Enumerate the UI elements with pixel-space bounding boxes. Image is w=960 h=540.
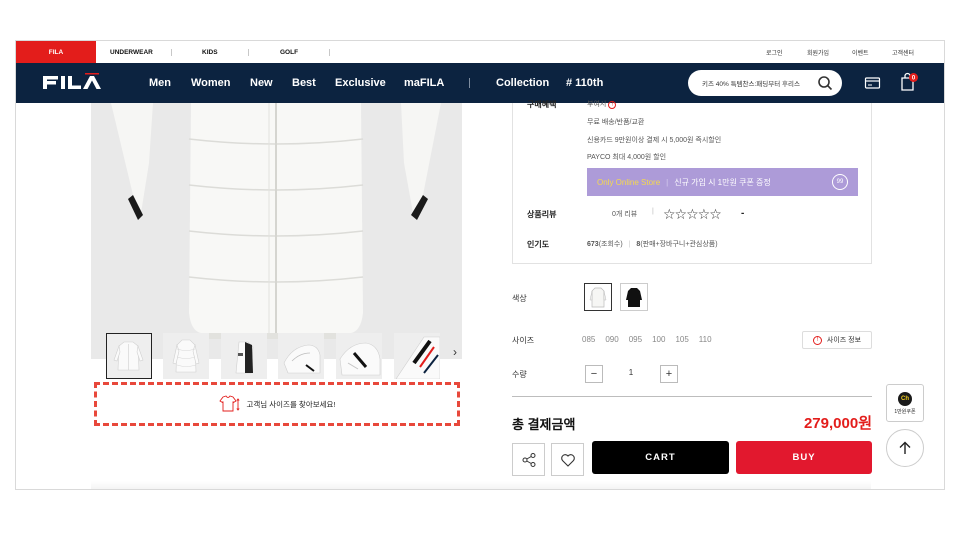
thumbnail-strip: › [106,333,476,380]
thumbnail-4[interactable] [278,333,324,379]
tab-kids[interactable]: KIDS [202,41,218,63]
tshirt-size-icon [219,395,241,412]
share-button[interactable] [512,443,545,476]
review-separator: | [652,208,654,215]
benefit-line: 무료 배송/반품/교환 [587,119,645,126]
nav-new[interactable]: New [250,63,273,103]
benefit-label: 구매혜택 [527,100,557,109]
thumbnail-5[interactable] [336,333,382,379]
login-link[interactable]: 로그인 [766,41,783,63]
size-option[interactable]: 105 [675,335,688,344]
thumbnail-2[interactable] [163,333,209,379]
arrow-up-icon [899,441,911,454]
thumbnail-1[interactable] [106,333,152,379]
review-label: 상품리뷰 [527,210,557,219]
promo-online-store: Only Online Store [597,177,661,187]
popularity-stats: 673(조회수) | 8(판매+장바구니+관심상품) [587,241,718,248]
shopping-bag-icon[interactable]: 0 [899,72,919,92]
nav-divider [469,78,470,88]
tab-underwear[interactable]: UNDERWEAR [110,41,153,63]
padded-coat-image [91,103,462,359]
size-options: 085 090 095 100 105 110 [582,335,712,344]
wishlist-button[interactable] [551,443,584,476]
nav-women[interactable]: Women [191,63,231,103]
card-icon[interactable] [864,75,881,91]
nav-exclusive[interactable]: Exclusive [335,63,386,103]
nav-men[interactable]: Men [149,63,171,103]
promo-banner[interactable]: Only Online Store | 신규 가입 시 1만원 쿠폰 증정 99 [587,168,858,196]
scroll-to-top-button[interactable] [886,429,924,467]
tab-golf[interactable]: GOLF [280,41,298,63]
benefit-line: PAYCO 최대 4,000원 할인 [587,154,667,161]
fila-logo[interactable] [42,72,102,92]
share-icon [522,452,535,467]
coupon-widget[interactable]: Ch 1만원쿠폰 [886,384,924,422]
total-label: 총 결제금액 [512,417,576,432]
search-box[interactable] [688,70,842,96]
promo-separator: | [666,177,669,187]
rating-stars: ☆☆☆☆☆ [663,206,722,222]
tab-fila[interactable]: FILA [16,41,96,63]
chevron-right-icon[interactable]: › [453,345,457,359]
nav-110th[interactable]: # 110th [566,63,603,103]
size-option[interactable]: 090 [605,335,618,344]
search-icon[interactable] [817,75,833,91]
search-input[interactable] [702,79,814,87]
color-swatch-white[interactable] [584,283,612,311]
review-count[interactable]: 0개 리뷰 [612,209,637,219]
nav-best[interactable]: Best [292,63,316,103]
main-navigation: Men Women New Best Exclusive maFILA Coll… [16,63,944,103]
separator [171,49,172,56]
heart-icon [560,453,575,467]
coupon-text: 1만원쿠폰 [894,408,916,415]
benefit-line: 신용카드 9만원이상 결제 시 5,000원 즉시할인 [587,137,722,144]
add-to-cart-button[interactable]: CART [592,441,729,474]
page-bottom-shadow [91,481,871,489]
quantity-minus-button[interactable]: − [585,365,603,383]
size-info-label: 사이즈 정보 [826,337,862,344]
separator [248,49,249,56]
size-option[interactable]: 110 [699,335,712,344]
size-finder-label: 고객님 사이즈를 찾아보세요! [246,399,336,409]
separator [329,49,330,56]
thumbnail-6[interactable] [394,333,441,380]
promo-coupon-text: 신규 가입 시 1만원 쿠폰 증정 [674,177,771,187]
product-main-image[interactable] [91,103,462,359]
quantity-plus-button[interactable]: + [660,365,678,383]
promo-badge-icon: 99 [832,174,848,190]
size-option[interactable]: 100 [652,335,665,344]
size-option[interactable]: 085 [582,335,595,344]
color-swatch-black[interactable] [620,283,648,311]
quantity-value[interactable]: 1 [621,368,641,377]
quantity-label: 수량 [512,370,527,379]
signup-link[interactable]: 회원가입 [807,41,829,63]
review-score: - [741,208,745,219]
benefit-point: 부여시 ! [587,99,617,109]
color-label: 색상 [512,294,527,303]
alert-icon: ! [812,335,822,345]
size-finder-banner[interactable]: 고객님 사이즈를 찾아보세요! [94,382,460,426]
channel-chat-icon: Ch [898,391,912,406]
size-option[interactable]: 095 [629,335,642,344]
thumbnail-3[interactable] [221,333,267,379]
size-info-button[interactable]: ! 사이즈 정보 [802,331,872,349]
popularity-label: 인기도 [527,240,550,249]
nav-mafila[interactable]: maFILA [404,63,444,103]
browser-viewport: FILA UNDERWEAR KIDS GOLF 로그인 회원가입 이벤트 고객… [15,40,945,490]
event-link[interactable]: 이벤트 [852,41,869,63]
total-price: 279,000원 [803,415,872,432]
size-label: 사이즈 [512,336,535,345]
buy-now-button[interactable]: BUY [736,441,872,474]
customer-center-link[interactable]: 고객센터 [892,41,914,63]
top-utility-bar: FILA UNDERWEAR KIDS GOLF 로그인 회원가입 이벤트 고객… [16,41,944,63]
nav-collection[interactable]: Collection [496,63,549,103]
info-icon[interactable]: ! [608,101,617,109]
divider [512,396,872,397]
